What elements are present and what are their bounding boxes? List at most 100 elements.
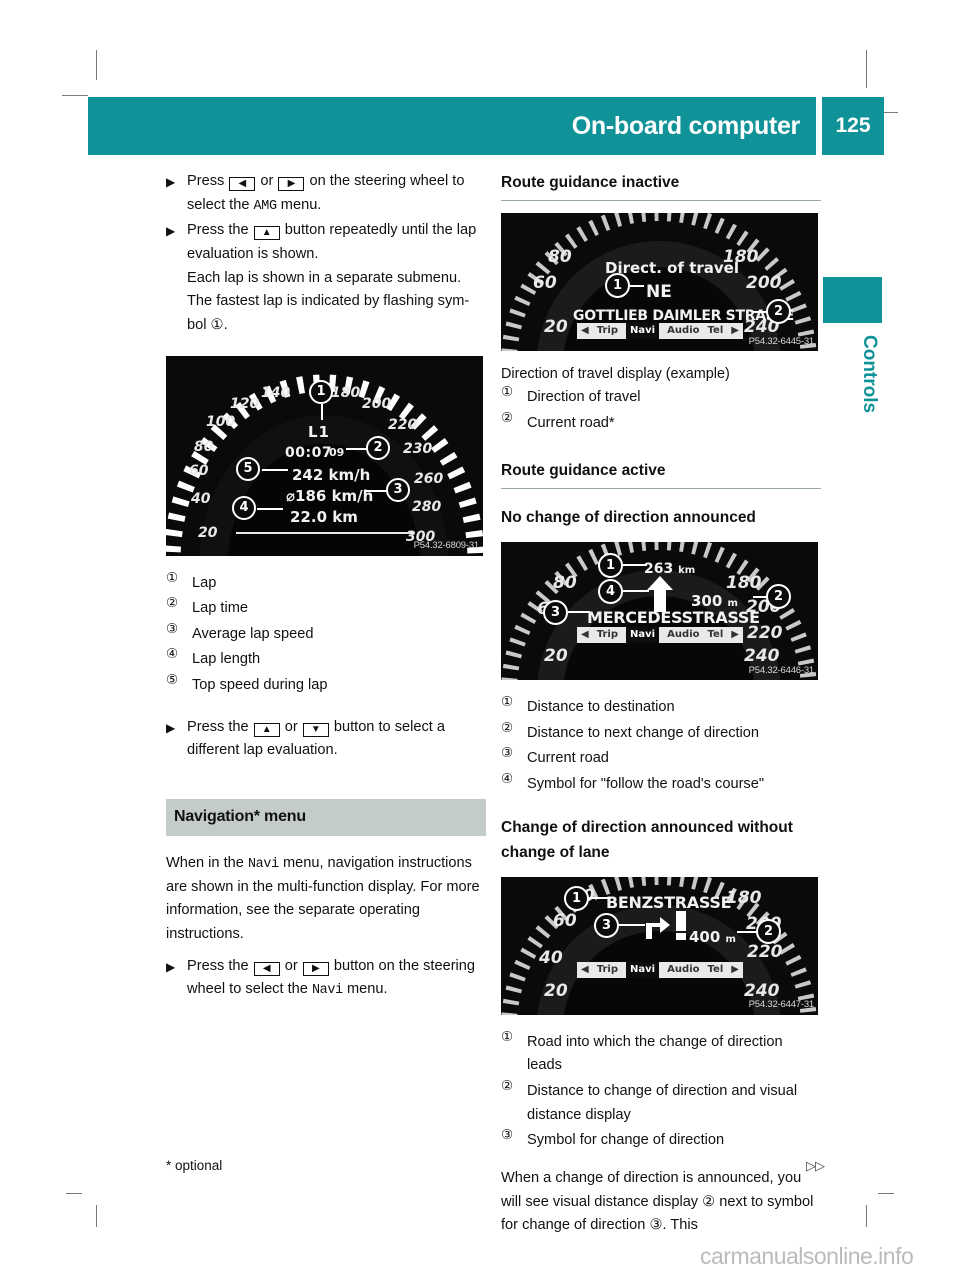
legend-number: ① — [501, 693, 514, 710]
page-number: 125 — [822, 97, 884, 155]
callout-1: 1 — [564, 885, 589, 911]
legend-number: ③ — [166, 620, 179, 637]
menu-name-amg: AMG — [253, 198, 278, 214]
closing-paragraph: When a change of direction is announced,… — [501, 1169, 814, 1234]
callout-1: 1 — [605, 273, 630, 299]
legend-number: ② — [501, 719, 514, 736]
steering-up-button-icon: ▲ — [253, 226, 280, 241]
legend-number: ③ — [501, 1127, 514, 1144]
right-column: Route guidance inactive 20 60 80 180 200… — [501, 170, 821, 1238]
callout-3: 3 — [543, 599, 568, 625]
visual-distance-bar-segment — [676, 932, 686, 940]
legend-text: Distance to next change of direction — [527, 724, 760, 741]
footnote-optional: * optional — [166, 1158, 223, 1173]
cluster-menu-bar: ◀ Trip Navi Audio Tel ▶ — [577, 323, 743, 340]
crop-mark — [96, 1205, 97, 1227]
page-title: On-board computer — [571, 112, 801, 140]
continuation-arrow-icon: ▷▷ — [806, 1158, 825, 1173]
steering-right-button-icon: ▶ — [302, 961, 329, 976]
heading-route-guidance-inactive: Route guidance inactive — [501, 170, 821, 202]
lap-time-fraction: 09 — [329, 445, 345, 459]
callout-1: 1 — [309, 379, 333, 404]
legend-number: ② — [166, 595, 179, 612]
legend-item: ① Lap — [166, 569, 486, 596]
menu-item-audio: Audio — [667, 325, 700, 337]
lap-length-value: 22.0 km — [290, 507, 358, 526]
steering-left-button-icon: ◀ — [229, 177, 256, 191]
figure-signature: P54.32-6447-31 — [748, 999, 815, 1011]
menu-item-trip: Trip — [596, 628, 618, 640]
figure-legend-lap: ① Lap ② Lap time ③ Average lap speed ④ L… — [166, 569, 486, 698]
menu-name-navi: Navi — [311, 983, 343, 999]
crop-mark — [62, 95, 88, 96]
menu-next-icon: ▶ — [731, 963, 739, 975]
legend-text: Direction of travel — [527, 389, 641, 406]
step-arrow-icon: ▶ — [166, 175, 176, 189]
menu-item-tel: Tel — [707, 325, 724, 337]
watermark: carmanualsonline.info — [700, 1243, 914, 1269]
step-text: Press the — [187, 957, 253, 974]
steering-right-button-icon: ▶ — [278, 177, 305, 191]
lap-time: 00:07 — [285, 444, 333, 461]
menu-item-navi-selected: Navi — [626, 323, 660, 340]
legend-item: ④ Symbol for "follow the road's course" — [501, 772, 821, 797]
callout-1: 1 — [598, 552, 623, 578]
road-name-value: BENZSTRASSE — [606, 892, 732, 912]
figure-signature: P54.32-6809-31 — [413, 540, 480, 552]
menu-prev-icon: ◀ — [581, 963, 589, 975]
legend-text: Symbol for "follow the road's course" — [527, 775, 765, 792]
running-head: nkalara, version: 2.11.8.1 — [0, 56, 960, 66]
menu-item-tel: Tel — [707, 963, 724, 975]
figure-route-guidance-inactive: 20 60 80 180 200 240 Direct. of travel N… — [501, 213, 818, 352]
legend-number: ① — [501, 1028, 514, 1045]
legend-item: ③ Average lap speed — [166, 620, 486, 647]
step-text: Press the — [187, 222, 253, 239]
legend-text: Average lap speed — [192, 625, 314, 642]
callout-4: 4 — [232, 495, 256, 520]
down-button-icon: ▼ — [302, 722, 329, 737]
figure-legend-inactive: ① Direction of travel ② Current road* — [501, 386, 821, 435]
figure-caption: Direction of travel display (example) — [501, 366, 730, 383]
step-note: bol ①. — [187, 316, 228, 333]
instruction-step: ▶ Press the ◀ or ▶ button on the steerin… — [166, 955, 486, 1002]
menu-item-trip: Trip — [596, 325, 618, 337]
lap-label: L1 — [308, 422, 330, 441]
menu-item-navi-selected: Navi — [626, 626, 660, 644]
instruction-step: ▶ Press the ▲ or ▼ button to select a di… — [166, 716, 486, 763]
legend-text: Symbol for change of direction — [527, 1132, 725, 1149]
legend-item: ① Distance to destination — [501, 693, 821, 720]
direction-value: NE — [646, 282, 672, 303]
menu-item-audio: Audio — [667, 963, 700, 975]
step-text: or — [280, 718, 302, 735]
legend-text: Current road — [527, 750, 609, 767]
legend-text: Distance to change of direction and visu… — [527, 1083, 798, 1123]
step-text: Press the — [187, 718, 253, 735]
up-button-icon: ▲ — [253, 722, 280, 737]
callout-3: 3 — [386, 477, 410, 502]
navigation-menu-paragraph: When in the Navi menu, navigation instru… — [166, 854, 480, 942]
menu-next-icon: ▶ — [731, 628, 739, 640]
legend-text: Distance to destination — [527, 698, 675, 715]
figure-legend-active: ① Distance to destination ② Distance to … — [501, 693, 821, 797]
section-heading-navigation-menu: Navigation* menu — [166, 799, 486, 836]
crop-mark — [878, 1193, 894, 1194]
figure-lap-evaluation: 20 40 60 80 100 120 140 180 200 220 230 … — [166, 355, 483, 556]
step-text: or — [256, 173, 278, 189]
legend-number: ① — [166, 569, 179, 586]
step-arrow-icon: ▶ — [166, 959, 176, 974]
legend-item: ② Distance to change of direction and vi… — [501, 1079, 821, 1127]
figure-no-change-of-direction: 20 80 60 180 200 220 240 263 km 300 m ME… — [501, 541, 818, 680]
legend-text: Road into which the change of direction … — [527, 1033, 783, 1074]
step-arrow-icon: ▶ — [166, 720, 176, 735]
step-arrow-icon: ▶ — [166, 224, 176, 239]
callout-2: 2 — [756, 918, 781, 944]
menu-item-audio: Audio — [667, 628, 700, 640]
left-column: ▶ Press ◀ or ▶ on the steering wheel to … — [166, 170, 486, 1004]
legend-item: ④ Lap length — [166, 648, 486, 672]
manual-page: nkalara, version: 2.11.8.1 On-board comp… — [0, 0, 960, 1284]
callout-4: 4 — [598, 578, 623, 604]
steering-left-button-icon: ◀ — [253, 961, 280, 976]
chapter-tab-label: Controls — [859, 335, 880, 414]
legend-item: ① Road into which the change of directio… — [501, 1028, 821, 1078]
legend-number: ② — [501, 410, 514, 427]
